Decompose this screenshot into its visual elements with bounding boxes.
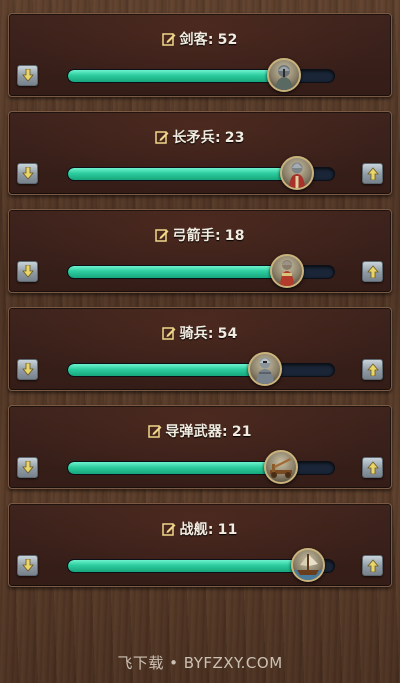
unit-count: 54	[217, 326, 238, 342]
increase-button[interactable]	[362, 163, 383, 184]
unit-title[interactable]: 战舰: 11	[9, 519, 391, 539]
unit-name: 战舰	[179, 522, 208, 538]
catapult-icon[interactable]	[264, 450, 298, 484]
unit-slider-fill	[68, 266, 288, 278]
unit-title[interactable]: 骑兵: 54	[9, 323, 391, 343]
unit-count: 52	[217, 32, 238, 48]
warship-icon[interactable]	[291, 548, 325, 582]
arrow-down-icon	[21, 363, 34, 376]
unit-panel-warship: 战舰: 11	[8, 503, 392, 587]
unit-title[interactable]: 长矛兵: 23	[9, 127, 391, 147]
decrease-button[interactable]	[17, 555, 38, 576]
decrease-button[interactable]	[17, 163, 38, 184]
unit-name: 导弹武器	[165, 424, 223, 440]
decrease-button[interactable]	[17, 359, 38, 380]
cavalry-icon[interactable]	[248, 352, 282, 386]
unit-panel-cavalry: 骑兵: 54	[8, 307, 392, 391]
archer-icon[interactable]	[270, 254, 304, 288]
edit-icon	[148, 425, 162, 438]
unit-slider-fill	[68, 168, 298, 180]
increase-button[interactable]	[362, 359, 383, 380]
unit-slider-fill	[68, 462, 282, 474]
arrow-down-icon	[21, 167, 34, 180]
swordsman-icon[interactable]	[267, 58, 301, 92]
decrease-button[interactable]	[17, 261, 38, 282]
spearman-icon[interactable]	[280, 156, 314, 190]
increase-button[interactable]	[362, 555, 383, 576]
unit-slider-track[interactable]	[67, 363, 335, 377]
decrease-button[interactable]	[17, 457, 38, 478]
edit-icon	[162, 33, 176, 46]
unit-name: 长矛兵	[172, 130, 215, 146]
increase-button[interactable]	[362, 457, 383, 478]
unit-slider-fill	[68, 364, 266, 376]
unit-panel-siege: 导弹武器: 21	[8, 405, 392, 489]
edit-icon	[155, 229, 169, 242]
unit-name: 骑兵	[179, 326, 208, 342]
unit-count: 18	[224, 228, 245, 244]
edit-icon	[162, 327, 176, 340]
arrow-up-icon	[366, 265, 379, 278]
unit-count: 23	[224, 130, 245, 146]
unit-name: 弓箭手	[172, 228, 215, 244]
unit-panel-spearman: 长矛兵: 23	[8, 111, 392, 195]
arrow-down-icon	[21, 461, 34, 474]
arrow-down-icon	[21, 265, 34, 278]
arrow-down-icon	[21, 559, 34, 572]
increase-button[interactable]	[362, 261, 383, 282]
edit-icon	[162, 523, 176, 536]
decrease-button[interactable]	[17, 65, 38, 86]
watermark: 飞下载 • BYFZXY.COM	[117, 654, 283, 672]
edit-icon	[155, 131, 169, 144]
unit-name: 剑客	[179, 32, 208, 48]
unit-panel-swordsman: 剑客: 52	[8, 13, 392, 97]
unit-panel-archer: 弓箭手: 18	[8, 209, 392, 293]
unit-slider-fill	[68, 70, 285, 82]
unit-count: 11	[217, 522, 238, 538]
arrow-up-icon	[366, 461, 379, 474]
unit-title[interactable]: 导弹武器: 21	[9, 421, 391, 441]
arrow-up-icon	[366, 559, 379, 572]
unit-title[interactable]: 弓箭手: 18	[9, 225, 391, 245]
unit-title[interactable]: 剑客: 52	[9, 29, 391, 49]
arrow-down-icon	[21, 69, 34, 82]
arrow-up-icon	[366, 363, 379, 376]
unit-count: 21	[231, 424, 252, 440]
unit-slider-fill	[68, 560, 309, 572]
arrow-up-icon	[366, 167, 379, 180]
